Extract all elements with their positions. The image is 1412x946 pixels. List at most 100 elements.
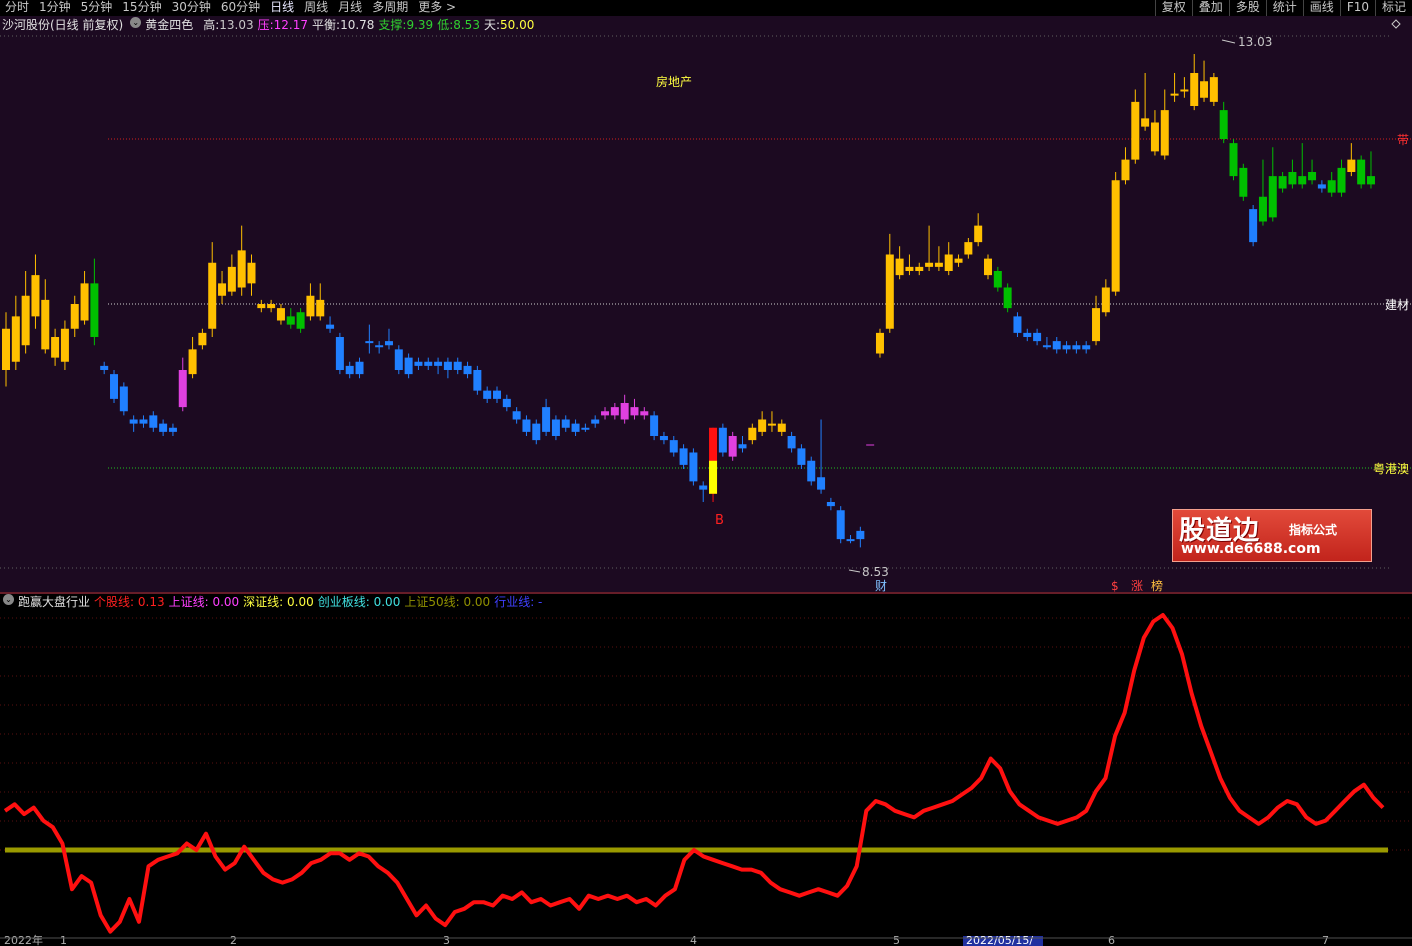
period-tab-10[interactable]: 更多 > (413, 0, 461, 16)
candle-body (659, 436, 668, 441)
indicator-settings-icon[interactable]: ⌄ (130, 17, 142, 28)
buy-marker: B (715, 513, 724, 528)
date-axis-label-0: 2022年 (4, 933, 43, 946)
candle-body (561, 419, 570, 428)
indicator-legend: 个股线: 0.13 上证线: 0.00 深证线: 0.00 创业板线: 0.00 上证5… (94, 594, 546, 611)
period-tab-1[interactable]: 1分钟 (34, 0, 76, 16)
candle-body (483, 390, 492, 399)
candle-body (699, 485, 708, 490)
candle-body (1042, 345, 1051, 348)
candle-body (925, 262, 934, 267)
candle-body (689, 452, 698, 482)
period-tab-9[interactable]: 多周期 (367, 0, 413, 16)
candle-body (208, 262, 217, 329)
candle-body (1131, 101, 1140, 160)
candle-body (610, 407, 619, 416)
event-marker-rank: 榜 (1151, 578, 1163, 593)
period-tab-0[interactable]: 分时 (0, 0, 34, 16)
candle-body (139, 419, 148, 424)
tool-button-2[interactable]: 多股 (1228, 0, 1266, 16)
candle-body (306, 295, 315, 317)
candle-body (581, 427, 590, 430)
candle-body (826, 502, 835, 507)
candle-body (905, 266, 914, 271)
candle-body (110, 374, 119, 399)
period-tab-6[interactable]: 日线 (265, 0, 299, 16)
tool-button-1[interactable]: 叠加 (1191, 0, 1229, 16)
date-axis-label-4: 4 (690, 934, 697, 946)
candle-body (424, 361, 433, 366)
candle-body (679, 448, 688, 465)
candle-body (1092, 308, 1101, 342)
stock-name[interactable]: 沙河股份(日线 前复权) (0, 17, 123, 33)
period-tabs: 分时 1分钟 5分钟 15分钟 30分钟 60分钟 日线 周线 月线 多周期 更多 > (0, 0, 461, 16)
date-axis-label-7: 6 (1108, 934, 1115, 946)
candle-body (836, 510, 845, 540)
candle-body (1111, 180, 1120, 292)
candle-body (630, 407, 639, 416)
stat-value-1: 12.17 (273, 18, 309, 32)
indicator-name[interactable]: 黄金四色 (145, 17, 193, 33)
period-tab-5[interactable]: 60分钟 (216, 0, 265, 16)
period-tab-8[interactable]: 月线 (333, 0, 367, 16)
candle-body (90, 283, 99, 337)
candle-body (601, 411, 610, 416)
date-axis-label-5: 5 (893, 934, 900, 946)
candle-body (237, 250, 246, 288)
candle-body (1239, 167, 1248, 197)
candle-body (1366, 176, 1375, 185)
balance-line-label: 建材 (1385, 298, 1409, 312)
indicator-plot (0, 613, 1412, 934)
candle-body (1082, 345, 1091, 350)
candle-body (316, 299, 325, 317)
candle-body (797, 448, 806, 465)
period-tab-4[interactable]: 30分钟 (167, 0, 216, 16)
candle-body (846, 539, 855, 542)
stat-label-3: 支撑: (378, 18, 407, 32)
candle-body (60, 328, 69, 362)
candle-body (856, 530, 865, 540)
candle-body (1180, 89, 1189, 92)
resistance-line-label: 带 (1397, 133, 1409, 147)
legend-item-0: 个股线: 0.13 (94, 595, 165, 609)
candle-body (984, 258, 992, 276)
period-tab-2[interactable]: 5分钟 (76, 0, 118, 16)
stat-value-4: 8.53 (453, 18, 480, 32)
candle-body (1052, 341, 1061, 350)
price-stats: 高: 13.03 压: 12.17 平衡: 10.78 支撑: 9.39 低: 8.53 天: 50.… (203, 17, 538, 33)
candle-body (728, 436, 737, 457)
period-tab-7[interactable]: 周线 (299, 0, 333, 16)
candle-body (1229, 143, 1238, 177)
candle-body (1072, 345, 1081, 350)
event-marker-dollar: $ (1111, 579, 1119, 593)
candle-body (542, 407, 551, 432)
indicator-panel-name[interactable]: 跑赢大盘行业 (18, 594, 90, 611)
candle-body (51, 337, 60, 358)
tool-button-3[interactable]: 统计 (1265, 0, 1303, 16)
candle-body (70, 304, 79, 329)
candle-body (591, 419, 600, 424)
candle-body (188, 349, 197, 375)
candle-body (1317, 184, 1326, 189)
stat-label-5: 天: (483, 18, 500, 32)
candle-body (384, 341, 393, 346)
candle-body (1013, 316, 1022, 333)
candle-body (1327, 180, 1336, 193)
candle-body (355, 361, 364, 375)
candle-body (934, 262, 943, 267)
chart-svg: 房地产 13.03 8.53 带建材粤港澳 B 财 $ 涨榜 2022年 1 2 3 4 5 2022/05… (0, 19, 1412, 946)
tool-button-6[interactable]: 标记 (1374, 0, 1412, 16)
candles (2, 54, 1375, 548)
watermark-logo: 股道边 指标公式 www.de6688.com (1172, 509, 1372, 562)
candle-body (875, 332, 884, 354)
candle-body (326, 324, 335, 329)
candle-body (650, 415, 659, 436)
tool-button-0[interactable]: 复权 (1154, 0, 1192, 16)
event-marker-rise: 涨 (1131, 578, 1143, 593)
tool-button-4[interactable]: 画线 (1302, 0, 1340, 16)
candle-body (80, 283, 89, 321)
top-toolbar: 分时 1分钟 5分钟 15分钟 30分钟 60分钟 日线 周线 月线 多周期 更多 > 复权 叠加 多股… (0, 0, 1412, 16)
tool-button-5[interactable]: F10 (1339, 0, 1375, 16)
indicator-settings-icon[interactable]: ⌄ (3, 594, 14, 605)
period-tab-3[interactable]: 15分钟 (117, 0, 166, 16)
